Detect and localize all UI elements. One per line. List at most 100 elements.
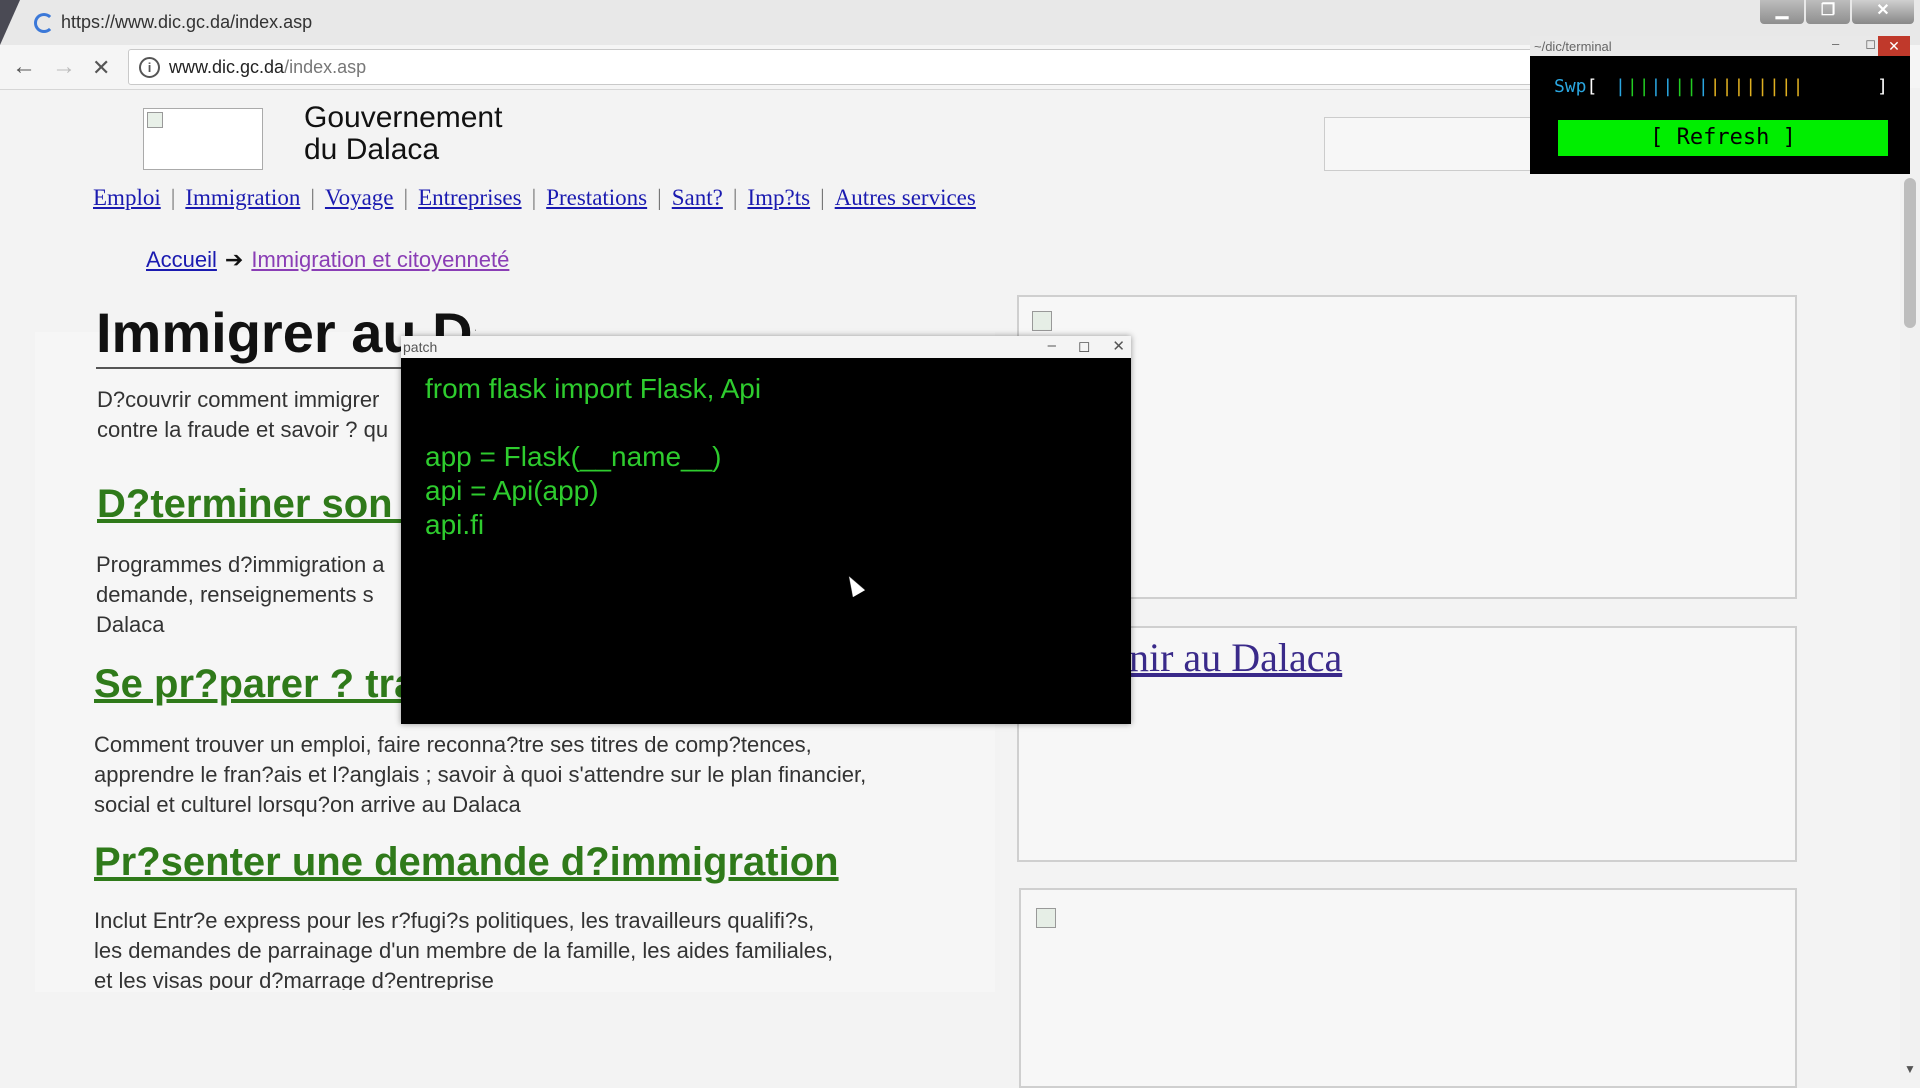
section-text-line: demande, renseignements s xyxy=(96,582,374,607)
window-close-button[interactable]: ✕ xyxy=(1852,0,1914,24)
swap-meter-bar: | xyxy=(1780,76,1793,97)
terminal-title: ~/dic/terminal xyxy=(1534,39,1612,54)
gov-title: Gouvernement du Dalaca xyxy=(304,102,502,166)
broken-image-icon xyxy=(1032,311,1052,331)
forward-icon[interactable]: → xyxy=(52,53,76,81)
swap-label: Swp[ xyxy=(1554,76,1597,97)
section-text-line: Inclut Entr?e express pour les r?fugi?s … xyxy=(94,908,815,933)
broken-image-icon xyxy=(147,112,163,128)
page-scrollbar[interactable]: ▼ xyxy=(1900,88,1920,1080)
swap-meter-bar: | xyxy=(1626,76,1639,97)
nav-separator: | xyxy=(820,185,825,210)
section-text-line: et les visas pour d?marrage d?entreprise xyxy=(94,968,494,990)
close-icon[interactable]: ✕ xyxy=(1112,337,1125,355)
patch-window-controls: – ◻ ✕ xyxy=(1048,337,1125,355)
gov-title-line1: Gouvernement xyxy=(304,101,503,134)
breadcrumb: Accueil ➔ Immigration et citoyenneté xyxy=(146,247,509,273)
nav-link-sante[interactable]: Sant? xyxy=(672,185,723,210)
scroll-down-icon[interactable]: ▼ xyxy=(1904,1062,1916,1076)
swap-meter-bar: | xyxy=(1757,76,1769,97)
gov-logo[interactable] xyxy=(143,108,263,170)
window-minimize-button[interactable]: ▁ xyxy=(1760,0,1804,24)
section-text-line: Comment trouver un emploi, faire reconna… xyxy=(94,732,812,757)
back-icon[interactable]: ← xyxy=(12,53,36,81)
titlebar-corner xyxy=(0,0,20,45)
swap-meter-bar: | xyxy=(1650,76,1663,97)
card-link[interactable]: nir au Dalaca xyxy=(1129,634,1342,681)
swap-meter-bar: | xyxy=(1638,76,1651,97)
section-text-line: Dalaca xyxy=(96,612,165,637)
side-card[interactable]: nir au Dalaca xyxy=(1017,626,1797,862)
nav-link-entreprises[interactable]: Entreprises xyxy=(418,185,521,210)
stop-loading-icon[interactable]: ✕ xyxy=(92,55,110,81)
side-card[interactable] xyxy=(1019,888,1797,1088)
scrollbar-thumb[interactable] xyxy=(1904,178,1916,328)
breadcrumb-home-link[interactable]: Accueil xyxy=(146,247,217,272)
search-input[interactable] xyxy=(1324,117,1546,171)
nav-link-impots[interactable]: Imp?ts xyxy=(747,185,810,210)
maximize-icon[interactable]: ◻ xyxy=(1078,337,1090,355)
patch-window-titlebar[interactable]: patch – ◻ ✕ xyxy=(401,336,1131,358)
swap-meter-bar: | xyxy=(1745,76,1758,97)
swap-meter-bar: | xyxy=(1615,76,1627,97)
swap-meter-bar: | xyxy=(1686,76,1698,97)
nav-separator: | xyxy=(170,185,176,210)
nav-separator: | xyxy=(657,185,662,210)
loading-spinner-icon xyxy=(34,13,54,33)
terminal-window[interactable]: ~/dic/terminal – ◻ ✕ Swp[ ||||||||||||||… xyxy=(1530,36,1910,174)
section-text-line: Programmes d?immigration a xyxy=(96,552,385,577)
minimize-icon[interactable]: – xyxy=(1832,36,1839,52)
intro-line: D?couvrir comment immigrer xyxy=(97,387,380,412)
code-editor[interactable]: from flask import Flask, Api app = Flask… xyxy=(401,358,1131,556)
swap-meter-bar: | xyxy=(1674,76,1687,97)
swap-meter-bar: | xyxy=(1721,76,1734,97)
section-heading-link[interactable]: Se pr?parer ? tra xyxy=(94,662,416,707)
nav-link-emploi[interactable]: Emploi xyxy=(93,185,161,210)
swap-label-text: Swp xyxy=(1554,76,1587,97)
section-text: Programmes d?immigration a demande, rens… xyxy=(96,550,385,640)
section-heading-link[interactable]: Pr?senter une demande d?immigration xyxy=(94,840,839,885)
section-text-line: social et culturel lorsqu?on arrive au D… xyxy=(94,792,521,817)
side-card[interactable] xyxy=(1017,295,1797,599)
section-text: Inclut Entr?e express pour les r?fugi?s … xyxy=(94,906,833,990)
nav-link-voyage[interactable]: Voyage xyxy=(325,185,394,210)
section-text-line: les demandes de parrainage d'un membre d… xyxy=(94,938,834,963)
maximize-icon[interactable]: ◻ xyxy=(1865,36,1876,52)
section-text: Comment trouver un emploi, faire reconna… xyxy=(94,730,866,820)
refresh-button[interactable]: [ Refresh ] xyxy=(1558,120,1888,156)
section-heading-link[interactable]: D?terminer son a xyxy=(97,482,426,527)
address-host: www.dic.gc.da xyxy=(169,57,285,77)
terminal-titlebar[interactable]: ~/dic/terminal – ◻ ✕ xyxy=(1530,36,1910,56)
swap-meter-bar: | xyxy=(1792,76,1805,97)
address-bar[interactable]: i www.dic.gc.da/index.asp xyxy=(128,49,1628,85)
swap-bracket-close: ] xyxy=(1877,76,1888,97)
intro-line: contre la fraude et savoir ? qu xyxy=(97,417,389,442)
swap-bracket-open: [ xyxy=(1586,76,1598,97)
nav-link-immigration[interactable]: Immigration xyxy=(185,185,300,210)
close-icon[interactable]: ✕ xyxy=(1878,36,1910,56)
swap-meter-bar: | xyxy=(1709,76,1722,97)
breadcrumb-current-link[interactable]: Immigration et citoyenneté xyxy=(251,247,509,272)
swap-meter-bar: | xyxy=(1662,76,1675,97)
nav-separator: | xyxy=(531,185,537,210)
window-maximize-button[interactable]: ❐ xyxy=(1806,0,1850,24)
gov-title-line2: du Dalaca xyxy=(304,133,440,166)
swap-meter-bar: | xyxy=(1733,76,1746,97)
patch-window-title: patch xyxy=(403,339,438,355)
tab-title[interactable]: https://www.dic.gc.da/index.asp xyxy=(61,12,312,33)
swap-meter: |||||||||||||||| xyxy=(1615,76,1805,97)
address-text[interactable]: www.dic.gc.da/index.asp xyxy=(169,57,366,78)
site-info-icon[interactable]: i xyxy=(139,57,160,78)
nav-link-prestations[interactable]: Prestations xyxy=(546,185,647,210)
minimize-icon[interactable]: – xyxy=(1048,337,1056,355)
breadcrumb-arrow-icon: ➔ xyxy=(224,247,244,272)
nav-link-autres-services[interactable]: Autres services xyxy=(835,185,976,210)
address-path: /index.asp xyxy=(284,57,367,77)
swap-meter-bar: | xyxy=(1768,76,1781,97)
intro-text: D?couvrir comment immigrer contre la fra… xyxy=(97,385,397,445)
patch-window[interactable]: patch – ◻ ✕ from flask import Flask, Api… xyxy=(401,336,1131,724)
nav-separator: | xyxy=(732,185,738,210)
main-nav: Emploi | Immigration | Voyage | Entreprises | Pr… xyxy=(93,185,976,211)
nav-separator: | xyxy=(403,185,409,210)
broken-image-icon xyxy=(1036,908,1056,928)
